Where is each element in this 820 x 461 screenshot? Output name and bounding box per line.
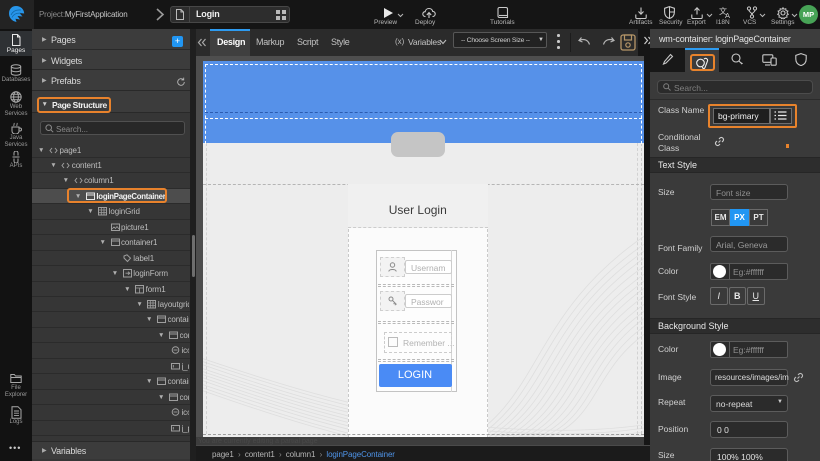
svg-text:A: A [725,11,730,19]
